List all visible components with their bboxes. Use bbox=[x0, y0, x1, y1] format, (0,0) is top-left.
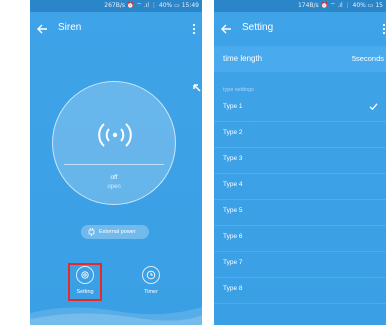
type-label: Type 7 bbox=[223, 259, 243, 266]
siren-toggle-circle[interactable]: off open bbox=[52, 81, 176, 205]
type-item-4[interactable]: Type 4 bbox=[214, 174, 386, 200]
decorative-wave bbox=[30, 307, 202, 325]
type-label: Type 4 bbox=[223, 181, 243, 188]
type-label: Type 2 bbox=[223, 129, 243, 136]
type-label: Type 8 bbox=[223, 285, 243, 292]
type-label: Type 3 bbox=[223, 155, 243, 162]
type-settings-header: type settings bbox=[223, 87, 254, 93]
type-item-3[interactable]: Type 3 bbox=[214, 148, 386, 174]
type-item-2[interactable]: Type 2 bbox=[214, 122, 386, 148]
type-label: Type 1 bbox=[223, 103, 243, 110]
app-bar: Siren bbox=[30, 12, 202, 46]
app-bar: Setting bbox=[214, 12, 386, 46]
page-title: Setting bbox=[242, 22, 274, 33]
siren-state: off bbox=[110, 174, 118, 181]
type-item-1[interactable]: Type 1 bbox=[214, 96, 386, 122]
type-label: Type 6 bbox=[223, 233, 243, 240]
back-arrow-icon[interactable] bbox=[36, 23, 48, 35]
page-title: Siren bbox=[58, 22, 82, 33]
cursor-arrow-icon bbox=[193, 84, 201, 92]
siren-substate: open bbox=[107, 184, 121, 190]
type-label: Type 5 bbox=[223, 207, 243, 214]
circle-divider bbox=[64, 164, 164, 165]
type-item-6[interactable]: Type 6 bbox=[214, 226, 386, 252]
status-bar: 267B/s ⏰ ⌔ .ıl ⋮ 40% ▭ 15:49 bbox=[30, 0, 202, 12]
more-vert-icon[interactable] bbox=[192, 23, 196, 35]
setting-screen: 174B/s ⏰ ⌔ .ıl ⋮ 40% ▭ 15 Setting time l… bbox=[214, 0, 386, 325]
more-vert-icon[interactable] bbox=[382, 23, 386, 35]
clock-icon bbox=[146, 270, 156, 280]
time-length-label: time length bbox=[223, 54, 263, 63]
check-icon bbox=[369, 103, 378, 111]
siren-broadcast-icon bbox=[98, 123, 132, 147]
type-item-8[interactable]: Type 8 bbox=[214, 278, 386, 304]
external-power-chip: External power bbox=[81, 225, 149, 239]
back-arrow-icon[interactable] bbox=[220, 23, 232, 35]
type-item-5[interactable]: Type 5 bbox=[214, 200, 386, 226]
type-item-7[interactable]: Type 7 bbox=[214, 252, 386, 278]
external-power-label: External power bbox=[99, 229, 136, 235]
timer-button-circle bbox=[142, 266, 160, 284]
plug-icon bbox=[88, 228, 95, 236]
time-length-value: 5seconds bbox=[351, 54, 384, 63]
siren-screen: 267B/s ⏰ ⌔ .ıl ⋮ 40% ▭ 15:49 Siren off o… bbox=[30, 0, 202, 325]
status-bar: 174B/s ⏰ ⌔ .ıl ⋮ 40% ▭ 15 bbox=[214, 0, 386, 12]
time-length-row[interactable]: time length 5seconds bbox=[214, 46, 386, 72]
